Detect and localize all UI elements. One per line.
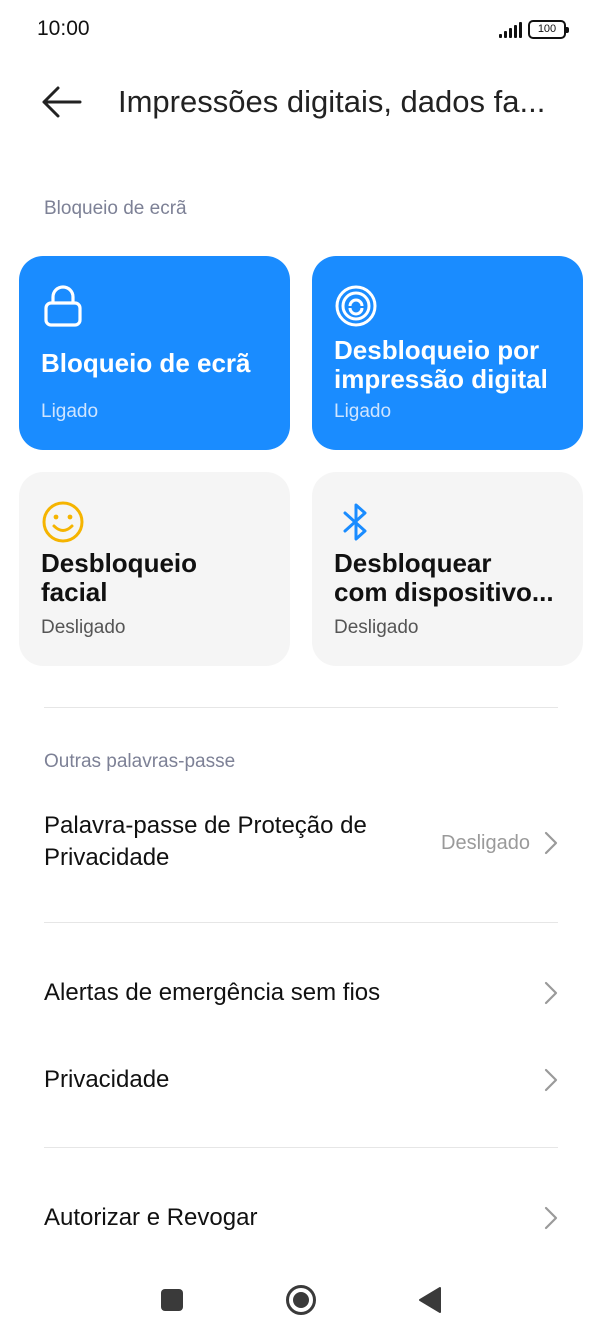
bluetooth-icon [343,503,367,541]
back-arrow-icon[interactable] [40,84,84,120]
section-label-other-passwords: Outras palavras-passe [44,751,236,772]
tile-screen-lock[interactable]: Bloqueio de ecrã Ligado [19,256,290,450]
divider [44,1147,558,1148]
tile-title-line2: com dispositivo... [334,578,554,607]
chevron-right-icon [544,1206,558,1230]
tile-device-unlock[interactable]: Desbloquear com dispositivo... Desligado [312,472,583,666]
privacy-row[interactable]: Privacidade [0,1047,602,1113]
recent-apps-button[interactable] [161,1289,183,1311]
row-label-line1: Palavra-passe de Proteção de [44,812,367,839]
smiley-face-icon [42,501,84,543]
row-label: Autorizar e Revogar [44,1204,258,1231]
tile-title-line2: facial [41,578,108,607]
chevron-right-icon [544,831,558,855]
status-icons: 100 [499,20,569,39]
privacy-password-row[interactable]: Palavra-passe de Proteção de Privacidade… [0,800,602,890]
battery-icon: 100 [528,20,569,39]
nav-back-button[interactable] [418,1286,442,1314]
tile-title-line1: Desbloqueio [41,549,198,578]
chevron-right-icon [544,1068,558,1092]
emergency-alerts-row[interactable]: Alertas de emergência sem fios [0,960,602,1026]
tile-title-line2: impressão digital [334,365,548,394]
tile-status: Ligado [41,401,99,422]
page-title: Impressões digitais, dados fa... [118,84,546,119]
row-label: Alertas de emergência sem fios [44,979,381,1006]
tile-status: Ligado [334,401,392,422]
tile-status: Desligado [41,617,126,638]
tile-title: Bloqueio de ecrã [41,349,251,378]
section-label-screen-lock: Bloqueio de ecrã [44,198,187,219]
tile-title-line1: Desbloquear [334,549,492,578]
tile-face-unlock[interactable]: Desbloqueio facial Desligado [19,472,290,666]
authorize-revoke-row[interactable]: Autorizar e Revogar [0,1185,602,1251]
lock-icon [44,285,82,327]
row-value: Desligado [441,832,530,854]
fingerprint-icon [335,285,377,327]
tile-fingerprint-unlock[interactable]: Desbloqueio por impressão digital Ligado [312,256,583,450]
divider [44,707,558,708]
signal-icon [499,21,522,38]
row-label-line2: Privacidade [44,844,170,871]
chevron-right-icon [544,981,558,1005]
status-time: 10:00 [37,17,90,40]
row-label: Privacidade [44,1066,170,1093]
tile-status: Desligado [334,617,419,638]
divider [44,922,558,923]
tile-title-line1: Desbloqueio por [334,336,540,365]
home-button[interactable] [285,1284,317,1316]
